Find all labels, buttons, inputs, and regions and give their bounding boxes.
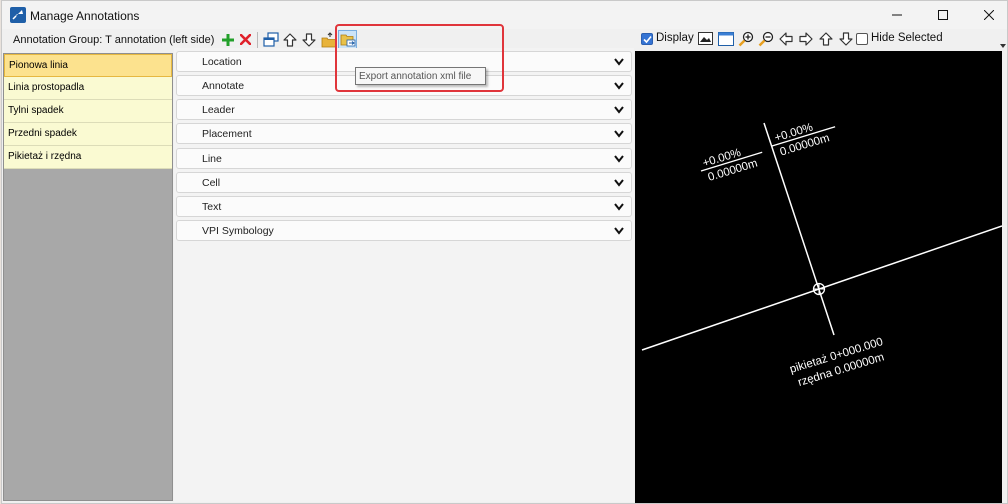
section-label: Leader <box>202 104 235 116</box>
pan-left-button[interactable] <box>776 29 795 48</box>
annotation-item-przedni-spadek[interactable]: Przedni spadek <box>4 123 172 146</box>
section-placement[interactable]: Placement <box>176 123 632 144</box>
window-title: Manage Annotations <box>30 9 140 23</box>
maximize-icon <box>938 10 948 20</box>
window-icon <box>717 31 734 46</box>
pan-left-icon <box>778 31 793 46</box>
zoom-in-button[interactable] <box>736 29 755 48</box>
close-button[interactable] <box>966 1 1008 29</box>
move-up-icon <box>282 32 297 47</box>
right-grade-label: +0.00% 0.00000m <box>771 122 836 159</box>
image-view-button[interactable] <box>696 29 715 48</box>
display-checkbox[interactable] <box>641 33 653 45</box>
zoom-out-icon <box>758 31 773 46</box>
chevron-down-icon <box>614 227 624 235</box>
hide-selected-checkbox[interactable] <box>856 33 868 45</box>
move-down-button[interactable] <box>299 30 318 49</box>
delete-annotation-button[interactable] <box>236 30 255 49</box>
annotation-preview-canvas[interactable]: +0.00% 0.00000m +0.00% 0.00000m pikietaż… <box>635 51 1003 503</box>
move-up-button[interactable] <box>280 30 299 49</box>
pan-up-icon <box>818 31 833 46</box>
section-line[interactable]: Line <box>176 148 632 169</box>
vertical-line <box>763 122 835 336</box>
section-vpi-symbology[interactable]: VPI Symbology <box>176 220 632 241</box>
alignment-line <box>641 225 1003 351</box>
copy-icon <box>262 31 279 47</box>
chevron-down-icon <box>614 130 624 138</box>
minimize-button[interactable] <box>874 1 920 29</box>
properties-panel: Location Annotate Leader Placement Line … <box>174 48 634 502</box>
close-icon <box>984 10 994 20</box>
pan-right-icon <box>798 31 813 46</box>
display-label: Display <box>656 32 694 44</box>
hide-selected-label: Hide Selected <box>871 32 943 44</box>
maximize-button[interactable] <box>920 1 966 29</box>
checkmark-icon <box>642 35 652 43</box>
left-grade-label: +0.00% 0.00000m <box>700 147 763 184</box>
chevron-down-icon <box>614 203 624 211</box>
section-leader[interactable]: Leader <box>176 99 632 120</box>
annotation-item-pionowa-linia[interactable]: Pionowa linia <box>4 54 172 77</box>
highlight-box <box>335 24 504 92</box>
pan-down-button[interactable] <box>836 29 855 48</box>
annotation-item-linia-prostopadla[interactable]: Linia prostopadla <box>4 77 172 100</box>
delete-icon <box>240 34 251 45</box>
title-bar: Manage Annotations <box>2 1 1007 29</box>
zoom-in-icon <box>738 31 753 46</box>
chevron-down-icon <box>614 106 624 114</box>
annotation-item-label: Przedni spadek <box>8 128 77 139</box>
section-text[interactable]: Text <box>176 196 632 217</box>
annotation-group-label: Annotation Group: T annotation (left sid… <box>13 34 215 46</box>
move-down-icon <box>301 32 316 47</box>
image-icon <box>698 32 713 45</box>
section-label: Cell <box>202 177 221 189</box>
station-elevation-label: pikietaż 0+000.000 rzędna 0.00000m <box>788 336 885 389</box>
section-cell[interactable]: Cell <box>176 172 632 193</box>
chevron-down-icon <box>614 58 624 66</box>
minimize-icon <box>892 14 902 16</box>
section-label: Annotate <box>202 80 245 92</box>
copy-annotation-button[interactable] <box>261 30 280 49</box>
section-label: Location <box>202 56 242 68</box>
annotation-item-label: Pionowa linia <box>9 60 68 71</box>
section-label: Placement <box>202 128 252 140</box>
section-label: VPI Symbology <box>202 225 274 237</box>
chevron-down-icon <box>614 179 624 187</box>
add-icon <box>221 33 234 46</box>
pan-down-icon <box>838 31 853 46</box>
annotation-item-label: Pikietaż i rzędna <box>8 151 82 162</box>
app-icon <box>10 7 26 23</box>
add-annotation-button[interactable] <box>218 30 237 49</box>
section-label: Text <box>202 201 222 213</box>
pan-right-button[interactable] <box>796 29 815 48</box>
toolbar-separator <box>257 32 258 48</box>
chevron-down-icon <box>614 155 624 163</box>
zoom-out-button[interactable] <box>756 29 775 48</box>
pan-up-button[interactable] <box>816 29 835 48</box>
window-view-button[interactable] <box>716 29 735 48</box>
annotation-item-label: Tylni spadek <box>8 105 64 116</box>
section-label: Line <box>202 153 222 165</box>
preview-toolbar: Display Hide Selected <box>638 29 1008 49</box>
preview-drawing: +0.00% 0.00000m +0.00% 0.00000m pikietaż… <box>641 122 1003 389</box>
chevron-down-icon <box>614 82 624 90</box>
annotation-list: Pionowa linia Linia prostopadla Tylni sp… <box>3 53 173 501</box>
manage-annotations-window: Manage Annotations Annotation Group: T a… <box>1 0 1008 504</box>
annotation-item-pikietaz-i-rzedna[interactable]: Pikietaż i rzędna <box>4 146 172 169</box>
annotation-item-label: Linia prostopadla <box>8 82 85 93</box>
annotation-item-tylni-spadek[interactable]: Tylni spadek <box>4 100 172 123</box>
panel-resize-arrow-icon <box>1000 44 1006 48</box>
